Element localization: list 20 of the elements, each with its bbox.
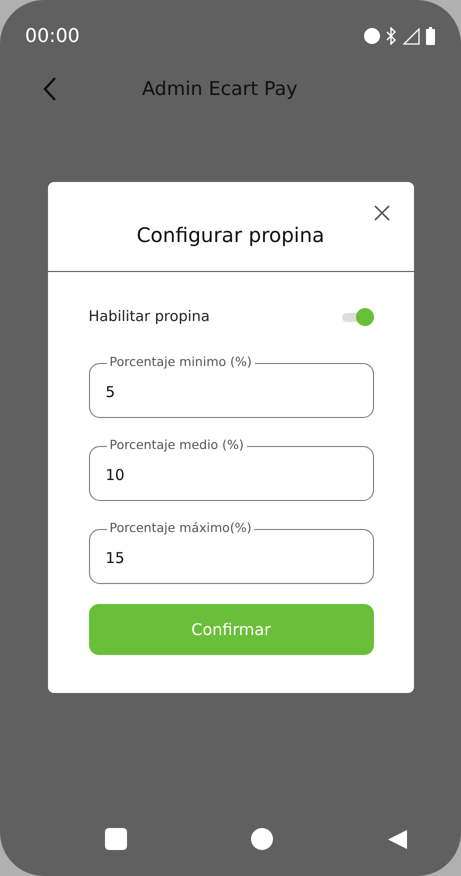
field-label: Porcentaje medio (%) [106, 437, 247, 453]
back-nav-icon[interactable] [388, 830, 407, 848]
field-label: Porcentaje minimo (%) [106, 354, 255, 370]
toggle-switch[interactable] [342, 308, 374, 326]
recents-icon[interactable] [105, 828, 127, 850]
field-value: 5 [106, 382, 116, 400]
toggle-label: Habilitar propina [88, 309, 210, 325]
back-icon[interactable] [42, 76, 58, 102]
status-time: 00:00 [25, 25, 80, 47]
field-value: 15 [106, 548, 125, 566]
app-title: Admin Ecart Pay [142, 78, 298, 100]
status-dot-icon [364, 28, 380, 44]
bluetooth-icon [386, 27, 397, 45]
battery-icon [426, 27, 435, 45]
signal-icon [403, 28, 420, 44]
field-value: 10 [106, 466, 125, 484]
field-label: Porcentaje máximo(%) [106, 520, 254, 536]
close-icon[interactable] [372, 204, 390, 222]
dialog-title: Configurar propina [136, 223, 324, 247]
home-icon[interactable] [250, 828, 272, 850]
